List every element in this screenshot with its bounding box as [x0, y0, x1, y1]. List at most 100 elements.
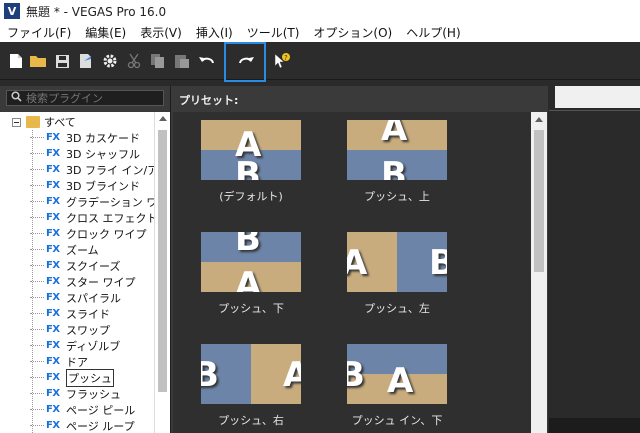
- preset-grid: A B (デフォルト) A B プッシュ、上 B A プッシュ、下 A B プッ…: [173, 112, 531, 433]
- folder-icon: [26, 116, 40, 128]
- tree-item[interactable]: FX ドア: [30, 354, 88, 369]
- menu-view[interactable]: 表示(V): [133, 24, 189, 41]
- fx-icon: FX: [46, 260, 60, 271]
- tree-item-label: プッシュ: [66, 368, 114, 387]
- tree-item-label: ページ ピール: [66, 403, 136, 417]
- search-input[interactable]: [26, 91, 156, 105]
- preset-thumbnail: B A: [201, 232, 301, 292]
- right-panel-footer: [549, 418, 640, 433]
- preset-thumbnail: A B: [347, 120, 447, 180]
- tree-item[interactable]: FX クロス エフェクト: [30, 210, 154, 225]
- paste-icon[interactable]: [172, 51, 192, 71]
- tree-item-selected[interactable]: FX プッシュ: [30, 368, 114, 387]
- tree-item[interactable]: FX スクイーズ: [30, 258, 120, 273]
- whats-this-icon[interactable]: ?: [272, 51, 292, 71]
- copy-icon[interactable]: [148, 51, 168, 71]
- tree-item[interactable]: FX 3D シャッフル: [30, 146, 140, 161]
- fx-icon: FX: [46, 180, 60, 191]
- menu-tools[interactable]: ツール(T): [240, 24, 307, 41]
- search-box[interactable]: [6, 90, 164, 106]
- preset-push-in-down[interactable]: B A プッシュ イン、下: [347, 344, 447, 427]
- fx-icon: FX: [46, 404, 60, 415]
- tree-item[interactable]: FX ディゾルブ: [30, 338, 120, 353]
- preset-label: プッシュ、左: [364, 302, 430, 315]
- preset-thumbnail: A B: [201, 120, 301, 180]
- cut-icon[interactable]: [124, 51, 144, 71]
- preset-default[interactable]: A B (デフォルト): [201, 120, 301, 203]
- tree-item[interactable]: FX スワップ: [30, 322, 110, 337]
- tree-item[interactable]: FX 3D ブラインド: [30, 178, 140, 193]
- open-folder-icon[interactable]: [28, 51, 48, 71]
- fx-icon: FX: [46, 228, 60, 239]
- collapse-toggle-icon[interactable]: [12, 117, 21, 127]
- menu-file[interactable]: ファイル(F): [0, 24, 78, 41]
- plugin-panel: すべて FX 3D カスケード FX 3D シャッフル FX 3D フライ イン/アウ…: [0, 86, 170, 433]
- preset-thumbnail: B A: [347, 344, 447, 404]
- menu-insert[interactable]: 挿入(I): [189, 24, 240, 41]
- preset-label: プッシュ イン、下: [351, 414, 443, 427]
- tree-item[interactable]: FX ページ ループ: [30, 418, 135, 433]
- tree-item[interactable]: FX スライド: [30, 306, 110, 321]
- scroll-thumb[interactable]: [534, 130, 544, 272]
- menu-help[interactable]: ヘルプ(H): [399, 24, 467, 41]
- preset-push-right[interactable]: B A プッシュ、右: [201, 344, 301, 427]
- redo-highlight-frame: [224, 42, 266, 82]
- new-file-icon[interactable]: [6, 51, 26, 71]
- tree-item-label: スワップ: [66, 323, 110, 337]
- tree-item-label: 3D ブラインド: [66, 179, 140, 193]
- tree-item-label: 3D フライ イン/アウ: [66, 163, 154, 177]
- tree-item-label: ズーム: [66, 243, 99, 257]
- preset-thumbnail: B A: [201, 344, 301, 404]
- presets-heading: プリセット:: [179, 94, 239, 107]
- tree-item[interactable]: FX グラデーション ワイ: [30, 194, 154, 209]
- tree-item-label: グラデーション ワイ: [66, 195, 154, 209]
- fx-icon: FX: [46, 308, 60, 319]
- tree-item-label: クロス エフェクト: [66, 211, 154, 225]
- settings-gear-icon[interactable]: [100, 51, 120, 71]
- render-icon[interactable]: [76, 51, 96, 71]
- fx-icon: FX: [46, 276, 60, 287]
- preset-push-down[interactable]: B A プッシュ、下: [201, 232, 301, 315]
- menu-options[interactable]: オプション(O): [306, 24, 399, 41]
- fx-icon: FX: [46, 148, 60, 159]
- preset-thumbnail: A B: [347, 232, 447, 292]
- right-panel: [549, 86, 640, 433]
- preset-label: プッシュ、下: [218, 302, 284, 315]
- preset-label: プッシュ、右: [218, 414, 284, 427]
- divider: [549, 110, 640, 111]
- fx-icon: FX: [46, 212, 60, 223]
- tree-root-label: すべて: [44, 116, 76, 129]
- scroll-thumb[interactable]: [158, 130, 167, 392]
- save-icon[interactable]: [52, 51, 72, 71]
- tree-item-label: スライド: [66, 307, 110, 321]
- menu-edit[interactable]: 編集(E): [78, 24, 133, 41]
- tree-item[interactable]: FX ページ ピール: [30, 402, 135, 417]
- plugin-tree: すべて FX 3D カスケード FX 3D シャッフル FX 3D フライ イン/アウ…: [0, 112, 154, 433]
- tree-item-label: スクイーズ: [66, 259, 121, 273]
- tree-item[interactable]: FX クロック ワイプ: [30, 226, 147, 241]
- tree-root[interactable]: すべて: [12, 114, 76, 130]
- fx-icon: FX: [46, 292, 60, 303]
- scroll-up-arrow-icon[interactable]: [159, 116, 167, 121]
- undo-icon[interactable]: [197, 51, 217, 71]
- tree-item[interactable]: FX スター ワイプ: [30, 274, 136, 289]
- search-icon: [11, 91, 22, 105]
- tree-item[interactable]: FX スパイラル: [30, 290, 121, 305]
- menu-bar: ファイル(F) 編集(E) 表示(V) 挿入(I) ツール(T) オプション(O…: [0, 22, 640, 42]
- preset-push-left[interactable]: A B プッシュ、左: [347, 232, 447, 315]
- title-bar: V 無題 * - VEGAS Pro 16.0: [0, 0, 640, 22]
- window-title: 無題 * - VEGAS Pro 16.0: [26, 4, 167, 19]
- tree-item[interactable]: FX ズーム: [30, 242, 99, 257]
- right-panel-header: [555, 86, 640, 108]
- tree-scrollbar[interactable]: [154, 112, 170, 433]
- scroll-up-arrow-icon[interactable]: [535, 117, 543, 122]
- fx-icon: FX: [46, 388, 60, 399]
- fx-icon: FX: [46, 340, 60, 351]
- tree-item[interactable]: FX 3D カスケード: [30, 130, 140, 145]
- preset-scrollbar[interactable]: [531, 112, 547, 433]
- preset-push-up[interactable]: A B プッシュ、上: [347, 120, 447, 203]
- tree-item-label: ドア: [66, 355, 88, 369]
- tree-item[interactable]: FX 3D フライ イン/アウ: [30, 162, 154, 177]
- fx-icon: FX: [46, 324, 60, 335]
- tree-item[interactable]: FX フラッシュ: [30, 386, 121, 401]
